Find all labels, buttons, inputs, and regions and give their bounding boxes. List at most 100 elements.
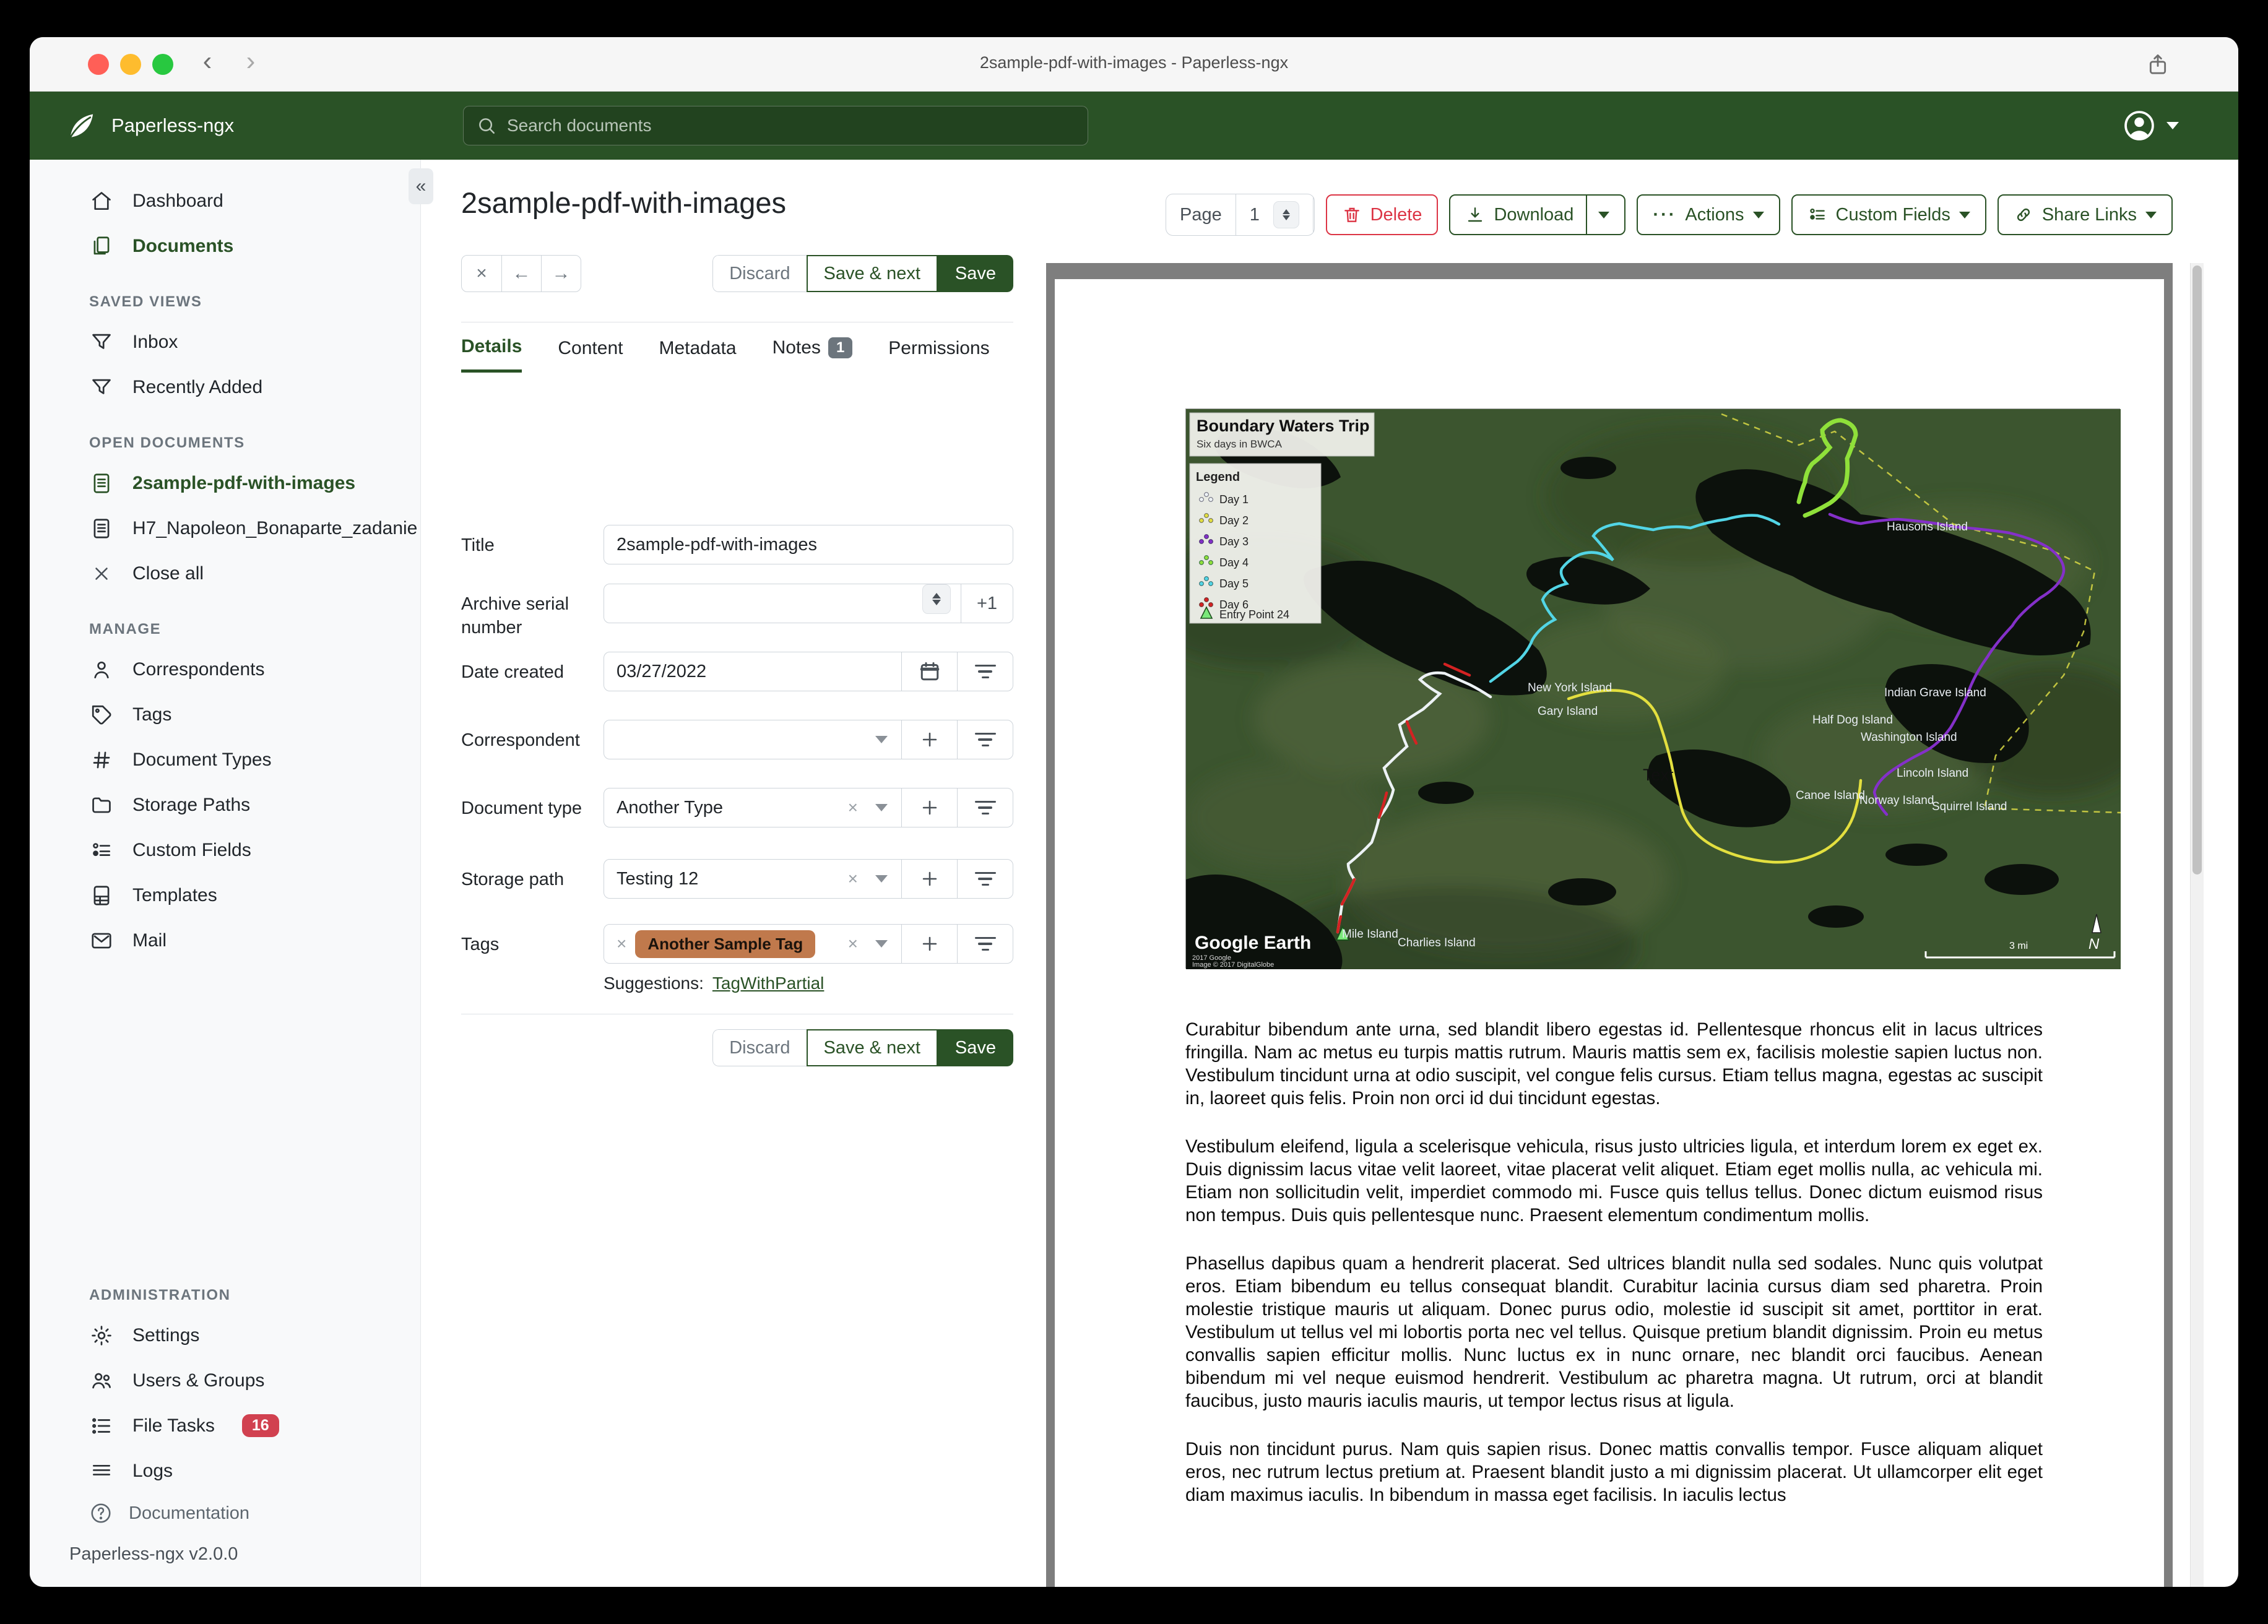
- asn-field-label: Archive serial number: [461, 594, 569, 637]
- save-button[interactable]: Save: [937, 255, 1013, 292]
- save-next-button[interactable]: Save & next: [806, 255, 938, 292]
- chevron-down-icon: [1752, 211, 1764, 218]
- tags-filter-icon[interactable]: [957, 925, 1013, 963]
- save-next-button[interactable]: Save & next: [806, 1029, 938, 1066]
- page-number-input[interactable]: 1: [1235, 194, 1313, 235]
- sidebar-item-label: Templates: [132, 884, 217, 905]
- sidebar-item-users-groups[interactable]: Users & Groups: [30, 1358, 420, 1403]
- svg-text:Charlies Island: Charlies Island: [1398, 936, 1476, 949]
- document-type-filter-icon[interactable]: [957, 788, 1013, 827]
- tasks-list-icon: [89, 1414, 114, 1438]
- sidebar-item-documentation[interactable]: Documentation: [30, 1493, 420, 1533]
- page-stepper[interactable]: [1273, 201, 1299, 228]
- notes-count-badge: 1: [828, 337, 853, 358]
- correspondent-select[interactable]: [604, 720, 1013, 759]
- download-button[interactable]: Download: [1449, 194, 1626, 235]
- sidebar-item-file-tasks[interactable]: File Tasks 16: [30, 1403, 420, 1448]
- document-edit-panel: 2sample-pdf-with-images × ← → Discard Sa…: [461, 160, 1013, 1587]
- search-input[interactable]: Search documents: [463, 106, 1088, 145]
- asn-increment-button[interactable]: +1: [961, 584, 1013, 623]
- clear-icon[interactable]: ×: [848, 798, 858, 818]
- share-icon[interactable]: [2145, 51, 2170, 78]
- user-menu[interactable]: [2122, 92, 2179, 160]
- svg-text:N: N: [2088, 936, 2100, 952]
- tab-notes[interactable]: Notes 1: [773, 337, 853, 372]
- close-document-button[interactable]: ×: [462, 256, 501, 292]
- calendar-icon[interactable]: [901, 652, 957, 691]
- map-text-annotation: Text: [1643, 766, 1674, 784]
- pdf-paragraph: Vestibulum eleifend, ligula a scelerisqu…: [1185, 1136, 2043, 1225]
- previous-document-button[interactable]: ←: [501, 256, 541, 292]
- sidebar-item-tags[interactable]: Tags: [30, 692, 420, 737]
- next-document-button[interactable]: →: [541, 256, 581, 292]
- sidebar-item-logs[interactable]: Logs: [30, 1448, 420, 1493]
- sidebar-item-mail[interactable]: Mail: [30, 918, 420, 963]
- document-type-field-label: Document type: [461, 798, 582, 818]
- add-storage-path-button[interactable]: [901, 860, 957, 898]
- save-button[interactable]: Save: [937, 1029, 1013, 1066]
- tab-content[interactable]: Content: [558, 338, 623, 371]
- title-input[interactable]: 2sample-pdf-with-images: [604, 525, 1013, 564]
- map-image: Hausons Island New York Island Gary Isla…: [1136, 408, 2152, 1009]
- document-type-select[interactable]: Another Type ×: [604, 788, 1013, 827]
- sidebar-item-close-all[interactable]: Close all: [30, 551, 420, 596]
- svg-text:Canoe Island: Canoe Island: [1796, 789, 1865, 802]
- add-correspondent-button[interactable]: [901, 720, 957, 759]
- tab-permissions[interactable]: Permissions: [888, 338, 989, 371]
- add-tag-button[interactable]: [901, 925, 957, 963]
- svg-text:Indian Grave Island: Indian Grave Island: [1884, 686, 1986, 699]
- tag-chip[interactable]: Another Sample Tag: [635, 930, 816, 958]
- tags-select[interactable]: × Another Sample Tag ×: [604, 924, 1013, 964]
- page-total: of 10: [1312, 194, 1314, 235]
- storage-path-filter-icon[interactable]: [957, 860, 1013, 898]
- download-options-caret[interactable]: [1586, 196, 1610, 234]
- sidebar-item-open-doc-2[interactable]: H7_Napoleon_Bonaparte_zadanie: [30, 506, 420, 551]
- discard-button[interactable]: Discard: [712, 1029, 807, 1066]
- storage-path-select[interactable]: Testing 12 ×: [604, 859, 1013, 899]
- search-icon: [476, 115, 497, 136]
- actions-button[interactable]: ··· Actions: [1637, 194, 1780, 235]
- sidebar-item-label: Dashboard: [132, 190, 223, 211]
- share-links-button[interactable]: Share Links: [1997, 194, 2173, 235]
- sidebar-item-documents[interactable]: Documents: [30, 223, 420, 269]
- file-tasks-count-badge: 16: [241, 1414, 279, 1437]
- hash-icon: [89, 748, 114, 772]
- svg-text:Norway Island: Norway Island: [1859, 794, 1934, 807]
- sidebar-item-custom-fields[interactable]: Custom Fields: [30, 827, 420, 873]
- sidebar-item-document-types[interactable]: Document Types: [30, 737, 420, 782]
- asn-stepper[interactable]: [922, 584, 951, 614]
- collapse-sidebar-icon[interactable]: «: [409, 168, 433, 204]
- correspondent-filter-icon[interactable]: [957, 720, 1013, 759]
- add-document-type-button[interactable]: [901, 788, 957, 827]
- google-earth-credit: Google Earth: [1195, 933, 1311, 953]
- sidebar-item-open-doc-1[interactable]: 2sample-pdf-with-images: [30, 460, 420, 506]
- tab-metadata[interactable]: Metadata: [659, 338, 736, 371]
- sidebar-item-templates[interactable]: Templates: [30, 873, 420, 918]
- custom-fields-button[interactable]: Custom Fields: [1791, 194, 1986, 235]
- date-created-input[interactable]: 03/27/2022: [604, 652, 1013, 691]
- app-brand[interactable]: Paperless-ngx: [64, 92, 234, 160]
- save-actions-top: Discard Save & next Save: [712, 255, 1013, 292]
- delete-button[interactable]: Delete: [1325, 194, 1439, 235]
- chevron-down-icon: [875, 736, 888, 743]
- sidebar-item-label: Users & Groups: [132, 1370, 265, 1391]
- sidebar-item-storage-paths[interactable]: Storage Paths: [30, 782, 420, 827]
- tab-details[interactable]: Details: [461, 336, 522, 373]
- asn-input[interactable]: +1: [604, 584, 1013, 623]
- clear-icon[interactable]: ×: [848, 869, 858, 889]
- date-filter-icon[interactable]: [957, 652, 1013, 691]
- sidebar-item-settings[interactable]: Settings: [30, 1313, 420, 1358]
- file-text-icon: [89, 516, 114, 541]
- gear-icon: [89, 1323, 114, 1348]
- preview-scrollbar[interactable]: [2190, 263, 2204, 1587]
- sidebar-item-recently-added[interactable]: Recently Added: [30, 365, 420, 410]
- filter-funnel-icon: [89, 375, 114, 400]
- suggestion-link[interactable]: TagWithPartial: [712, 974, 825, 993]
- clear-icon[interactable]: ×: [848, 934, 858, 954]
- remove-tag-icon[interactable]: ×: [617, 934, 626, 954]
- sidebar-item-dashboard[interactable]: Dashboard: [30, 178, 420, 223]
- sidebar-item-correspondents[interactable]: Correspondents: [30, 647, 420, 692]
- sidebar-item-inbox[interactable]: Inbox: [30, 319, 420, 365]
- discard-button[interactable]: Discard: [712, 255, 807, 292]
- scrollbar-thumb[interactable]: [2192, 266, 2202, 875]
